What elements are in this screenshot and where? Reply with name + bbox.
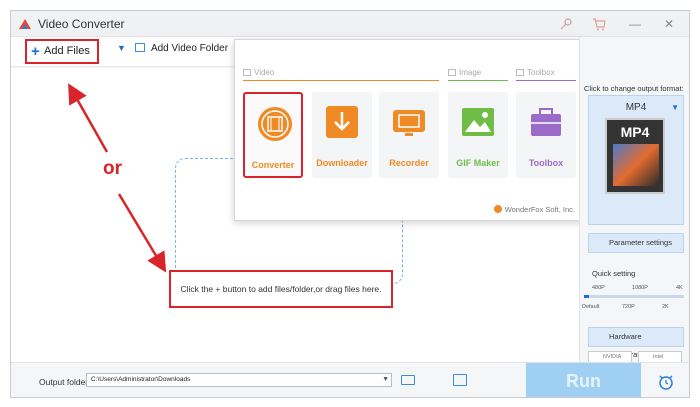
- wonderfox-logo-icon: [19, 19, 31, 29]
- format-artwork: [613, 144, 659, 186]
- annotation-or-text: or: [103, 158, 122, 179]
- tool-gif-maker[interactable]: GIF Maker: [448, 92, 508, 178]
- output-folder-field[interactable]: C:\Users\Administrator\Downloads ▼: [86, 373, 392, 387]
- cart-icon[interactable]: [589, 15, 609, 33]
- download-arrow-icon: [326, 106, 358, 138]
- folder-icon: [134, 43, 145, 52]
- format-dropdown-icon[interactable]: ▼: [671, 103, 679, 112]
- drop-hint-box: Click the + button to add files/folder,o…: [169, 270, 393, 308]
- open-output-folder-icon[interactable]: [453, 374, 467, 386]
- app-window: Video Converter — ✕ + Add Files ▼ Add Vi…: [10, 10, 690, 398]
- tool-label: Toolbox: [528, 158, 564, 168]
- tool-converter[interactable]: Converter: [243, 92, 303, 178]
- alarm-clock-icon[interactable]: [657, 373, 675, 391]
- tool-menu-popup: Video Image Toolbox Converter Downloader…: [234, 39, 584, 221]
- quick-setting-label: Quick setting: [592, 269, 636, 278]
- output-folder-label: Output folder:: [39, 377, 91, 387]
- output-folder-dropdown-icon[interactable]: ▼: [382, 374, 389, 386]
- tool-label: Downloader: [316, 158, 368, 168]
- minimize-icon[interactable]: —: [625, 15, 645, 33]
- section-image-label: Image: [448, 68, 481, 77]
- screen-record-icon: [393, 110, 425, 136]
- dropdown-caret-icon[interactable]: ▼: [117, 43, 126, 53]
- company-credit: WonderFox Soft, Inc.: [493, 205, 575, 214]
- add-files-button[interactable]: + Add Files: [25, 39, 99, 64]
- key-icon[interactable]: [556, 15, 576, 33]
- output-format-selector[interactable]: MP4 ▼ MP4: [588, 95, 684, 225]
- bottom-bar: Output folder: C:\Users\Administrator\Do…: [11, 362, 689, 397]
- tool-toolbox[interactable]: Toolbox: [516, 92, 576, 178]
- arrow-to-add-files: [68, 83, 109, 153]
- parameter-settings-button[interactable]: Parameter settings: [588, 233, 684, 253]
- image-section-icon: [448, 69, 456, 76]
- tool-label: GIF Maker: [456, 158, 500, 168]
- browse-folder-icon[interactable]: [401, 375, 415, 385]
- parameter-settings-label: Parameter settings: [609, 238, 672, 247]
- arrow-to-drop-hint: [117, 193, 167, 273]
- plus-icon: +: [31, 43, 40, 60]
- tool-downloader[interactable]: Downloader: [312, 92, 372, 178]
- wonderfox-mark-icon: [493, 205, 502, 213]
- section-image-divider: [448, 80, 508, 81]
- add-video-folder-button[interactable]: ▼ Add Video Folder: [117, 43, 228, 54]
- tool-label: Converter: [251, 160, 295, 170]
- toolbox-section-icon: [516, 69, 524, 76]
- output-folder-path: C:\Users\Administrator\Downloads: [91, 376, 191, 383]
- output-format-panel: Click to change output format: MP4 ▼ MP4…: [579, 37, 689, 364]
- tool-label: Recorder: [389, 158, 429, 168]
- mp4-format-thumbnail: MP4: [605, 118, 665, 194]
- toolbox-icon: [531, 108, 561, 136]
- add-video-folder-label: Add Video Folder: [150, 43, 229, 54]
- section-toolbox-label: Toolbox: [516, 68, 555, 77]
- section-video-label: Video: [243, 68, 274, 77]
- hardware-acceleration-button[interactable]: Hardware acceleration: [588, 327, 684, 359]
- section-toolbox-divider: [516, 80, 576, 81]
- close-icon[interactable]: ✕: [659, 15, 679, 33]
- output-format-name: MP4: [625, 102, 647, 113]
- tool-recorder[interactable]: Recorder: [379, 92, 439, 178]
- quality-slider[interactable]: [584, 295, 684, 298]
- video-section-icon: [243, 69, 251, 76]
- add-files-label: Add Files: [44, 45, 90, 57]
- drop-hint-text: Click the + button to add files/folder,o…: [180, 284, 382, 294]
- run-button[interactable]: Run: [526, 363, 641, 397]
- film-reel-icon: [258, 107, 292, 141]
- image-landscape-icon: [462, 108, 494, 136]
- title-bar: Video Converter — ✕: [11, 11, 689, 37]
- app-title: Video Converter: [38, 17, 125, 31]
- output-format-hint: Click to change output format:: [584, 84, 684, 93]
- section-video-divider: [243, 80, 439, 81]
